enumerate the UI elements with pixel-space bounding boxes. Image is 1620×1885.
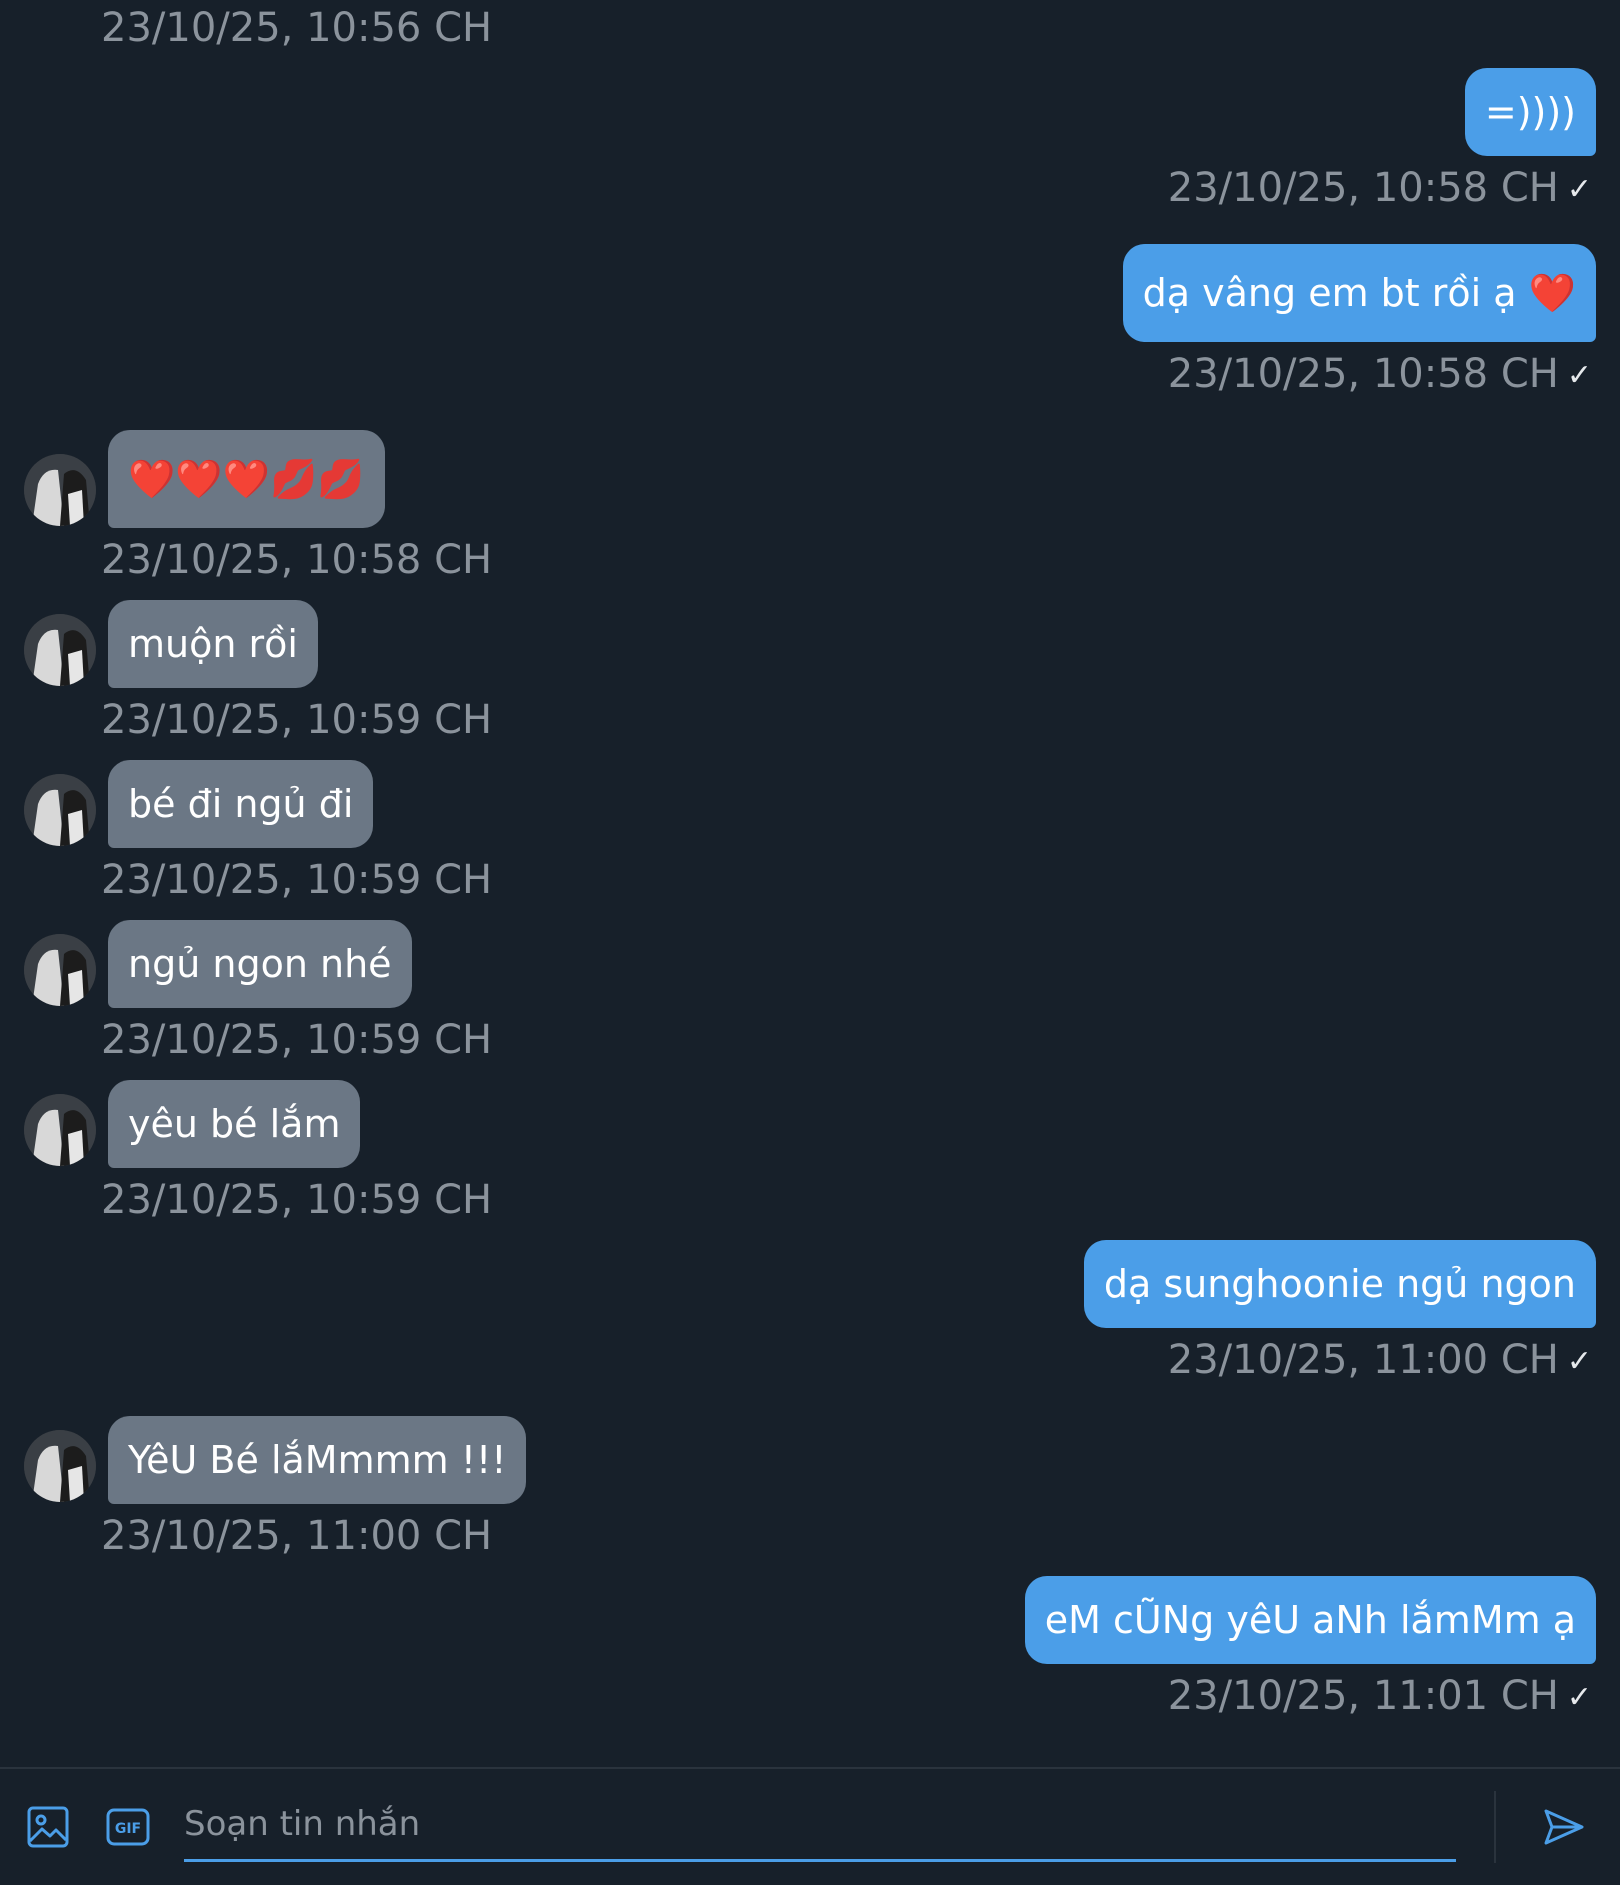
outgoing-message-bubble[interactable]: dạ vâng em bt rồi ạ ❤️ <box>1122 244 1596 342</box>
message-timestamp: 23/10/25, 10:59 CH <box>101 1017 493 1063</box>
chat-screen: 23/10/25, 10:56 CH =)))) 23/10/25, 10:58… <box>0 0 1620 1885</box>
message-timestamp: 23/10/25, 11:01 CH ✓ <box>1168 1672 1592 1722</box>
outgoing-message-bubble[interactable]: eM cŨNg yêU aNh lắmMm ạ <box>1024 1576 1596 1664</box>
timestamp-text: 23/10/25, 11:01 CH <box>1167 1673 1559 1719</box>
message-timestamp: 23/10/25, 10:56 CH <box>101 5 493 51</box>
message-timestamp: 23/10/25, 11:00 CH <box>101 1513 493 1559</box>
image-icon[interactable] <box>26 1805 70 1849</box>
timestamp-text: 23/10/25, 10:58 CH <box>1167 351 1559 397</box>
sent-check-icon: ✓ <box>1566 358 1592 393</box>
sent-check-icon: ✓ <box>1566 172 1592 207</box>
incoming-message-bubble[interactable]: ngủ ngon nhé <box>108 920 412 1008</box>
hearts-and-kisses-emoji: ❤️❤️❤️💋💋 <box>128 457 365 501</box>
sent-check-icon: ✓ <box>1566 1680 1592 1715</box>
incoming-message-bubble[interactable]: bé đi ngủ đi <box>108 760 374 848</box>
contact-avatar[interactable] <box>24 1430 96 1502</box>
incoming-message-bubble[interactable]: YêU Bé lắMmmm !!! <box>108 1416 527 1504</box>
contact-avatar[interactable] <box>24 934 96 1006</box>
incoming-message-bubble[interactable]: muộn rồi <box>108 600 318 688</box>
message-timestamp: 23/10/25, 10:58 CH ✓ <box>1168 164 1592 214</box>
message-timestamp: 23/10/25, 10:59 CH <box>101 697 493 743</box>
message-input[interactable] <box>184 1789 1456 1862</box>
message-timestamp: 23/10/25, 10:59 CH <box>101 1177 493 1223</box>
timestamp-text: 23/10/25, 10:58 CH <box>1167 165 1559 211</box>
incoming-message-bubble[interactable]: ❤️❤️❤️💋💋 <box>108 430 385 528</box>
message-timestamp: 23/10/25, 10:59 CH <box>101 857 493 903</box>
gif-icon[interactable]: GIF <box>106 1805 150 1849</box>
sent-check-icon: ✓ <box>1566 1344 1592 1379</box>
send-icon[interactable] <box>1542 1805 1586 1849</box>
outgoing-message-bubble[interactable]: dạ sunghoonie ngủ ngon <box>1083 1240 1596 1328</box>
contact-avatar[interactable] <box>24 454 96 526</box>
message-timestamp: 23/10/25, 10:58 CH <box>101 537 493 583</box>
heart-emoji: ❤️ <box>1528 271 1576 315</box>
composer-divider <box>1494 1791 1496 1863</box>
message-timestamp: 23/10/25, 10:58 CH ✓ <box>1168 350 1592 400</box>
contact-avatar[interactable] <box>24 774 96 846</box>
outgoing-message-bubble[interactable]: =)))) <box>1464 68 1596 156</box>
message-timestamp: 23/10/25, 11:00 CH ✓ <box>1168 1336 1592 1386</box>
message-text: dạ vâng em bt rồi ạ <box>1142 271 1517 315</box>
message-thread[interactable]: 23/10/25, 10:56 CH =)))) 23/10/25, 10:58… <box>0 0 1620 1767</box>
message-composer: GIF <box>0 1767 1620 1885</box>
timestamp-text: 23/10/25, 11:00 CH <box>1167 1337 1559 1383</box>
contact-avatar[interactable] <box>24 1094 96 1166</box>
contact-avatar[interactable] <box>24 614 96 686</box>
incoming-message-bubble[interactable]: yêu bé lắm <box>108 1080 361 1168</box>
gif-label: GIF <box>115 1821 141 1837</box>
